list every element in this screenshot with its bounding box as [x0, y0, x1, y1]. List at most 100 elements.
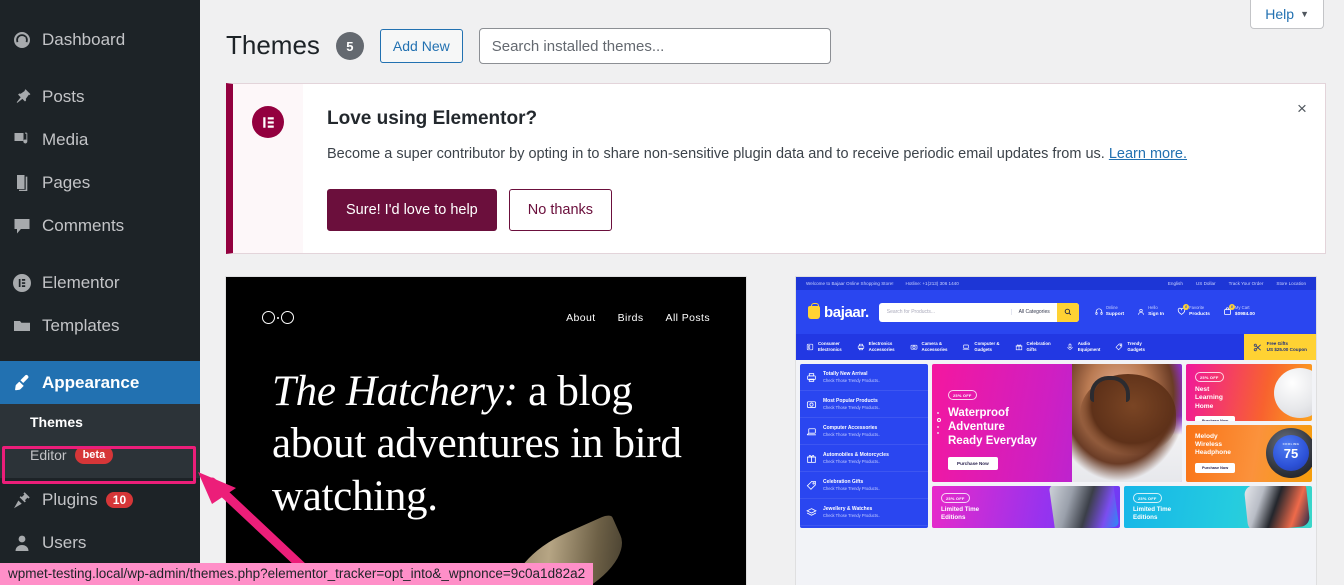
category-item[interactable]: Celebration Gifts Check Those Trendy Prod… [800, 472, 928, 499]
sidebar-item-themes[interactable]: Themes [0, 408, 200, 436]
sidebar-item-label: Templates [42, 315, 120, 335]
search-input[interactable] [478, 28, 831, 64]
dashboard-icon [12, 30, 42, 50]
nav-celebration-gifts[interactable]: Celebration Gifts [1015, 341, 1051, 353]
elementor-logo-icon [252, 106, 284, 138]
category-title: Celebration Gifts [823, 478, 864, 485]
category-item[interactable]: Totally New Arrival Check Those Trendy Pr… [800, 364, 928, 391]
headline-italic: The Hatchery: [272, 368, 518, 415]
bajaar-body: Totally New Arrival Check Those Trendy Pr… [796, 360, 1316, 528]
topbar-track-order[interactable]: Track Your Order [1229, 281, 1264, 286]
nav-electronics-accessories[interactable]: Electronics Accessories [857, 341, 895, 353]
topbar-welcome: Welcome to Bajaar Online Shopping Store! [806, 281, 894, 286]
search-icon[interactable] [1056, 302, 1079, 322]
bajaar-promo-area: 25% OFF Waterproof Adventure Ready Every… [932, 364, 1312, 528]
nav-camera-accessories[interactable]: Camera & Accessories [910, 341, 947, 353]
optin-accept-button[interactable]: Sure! I'd love to help [327, 188, 497, 231]
nav-link[interactable]: About [566, 312, 595, 324]
product-search-bar[interactable]: Search for Products... All Categories [878, 302, 1079, 322]
category-title: Most Popular Products [823, 397, 878, 404]
elementor-optin-notice: Love using Elementor? Become a super con… [226, 83, 1326, 254]
sidebar-item-comments[interactable]: Comments [0, 204, 200, 247]
bajaar-wide-row: 25% OFF Limited Time Editions 25% OFF Li… [932, 486, 1312, 528]
sign-in-action[interactable]: Hello Sign In [1137, 305, 1164, 318]
favorites-action[interactable]: 0 Favorite Products [1177, 303, 1210, 318]
notice-body: Love using Elementor? Become a super con… [303, 84, 1325, 253]
sidebar-item-plugins[interactable]: Plugins 10 [0, 478, 200, 521]
hero-cta-button[interactable]: Purchase Now [948, 457, 998, 471]
online-support-action[interactable]: Online Support [1095, 305, 1124, 318]
sidebar-item-appearance[interactable]: Appearance [0, 361, 200, 404]
sidebar-item-label: Elementor [42, 272, 120, 292]
theme-card-bajaar[interactable]: Welcome to Bajaar Online Shopping Store!… [796, 277, 1316, 585]
sidebar-item-editor[interactable]: Editor beta [0, 436, 200, 474]
page-header: Themes 5 Add New [200, 0, 1344, 64]
help-tab-button[interactable]: Help ▼ [1250, 0, 1324, 29]
help-label: Help [1265, 6, 1295, 22]
topbar-store-location[interactable]: Store Location [1276, 281, 1306, 286]
sidebar-item-elementor[interactable]: Elementor [0, 261, 200, 304]
wide-headline: Limited Time Editions [941, 506, 980, 521]
promo-card-nest[interactable]: 25% OFF Nest Learning Home Purchase Now [1186, 364, 1312, 421]
sidebar-item-posts[interactable]: Posts [0, 75, 200, 118]
nav-line2: Gadgets [974, 347, 992, 352]
sidebar-item-label: Appearance [42, 372, 140, 392]
promo-card-melody[interactable]: COOLING 75 Melody Wireless Headphone Pur… [1186, 425, 1312, 482]
category-item[interactable]: Jewellery & Watches Check Those Trendy Pr… [800, 499, 928, 526]
action-line2: Sign In [1148, 312, 1165, 318]
bajaar-preview: Welcome to Bajaar Online Shopping Store!… [796, 277, 1316, 585]
nav-link[interactable]: Birds [618, 312, 644, 324]
topbar-right: English US Dollar Track Your Order Store… [1168, 281, 1306, 286]
hero-headline: Waterproof Adventure Ready Everyday [948, 407, 1037, 448]
cart-action[interactable]: 0 My Cart $0984.00 [1223, 303, 1255, 318]
free-gifts-banner[interactable]: Free Gifts US $25.00 Coupon [1243, 334, 1316, 360]
hero-banner[interactable]: 25% OFF Waterproof Adventure Ready Every… [932, 364, 1182, 482]
nav-trendy-gadgets[interactable]: Trendy Gadgets [1115, 341, 1145, 353]
main-content: Help ▼ Themes 5 Add New Love using Eleme… [200, 0, 1344, 585]
nav-line2: Gadgets [1127, 347, 1145, 352]
category-selector[interactable]: All Categories [1010, 309, 1057, 315]
promo-cta-button[interactable]: Purchase Now [1195, 415, 1236, 421]
sidebar-item-users[interactable]: Users [0, 521, 200, 564]
nav-line2: Accessories [868, 347, 895, 352]
bajaar-brand[interactable]: bajaar. [808, 302, 869, 321]
action-text: My Cart $0984.00 [1235, 305, 1255, 318]
folder-icon [12, 316, 42, 336]
topbar-language[interactable]: English [1168, 281, 1183, 286]
nav-audio-equipment[interactable]: Audio Equipment [1066, 341, 1100, 353]
headset-icon [1095, 308, 1103, 315]
gift-icon [807, 454, 816, 463]
sidebar-item-dashboard[interactable]: Dashboard [0, 18, 200, 61]
glasses-logo-icon [262, 311, 294, 324]
media-icon [12, 130, 42, 150]
category-item[interactable]: Most Popular Products Check Those Trendy … [800, 391, 928, 418]
wordpress-admin-screen: Dashboard Posts Media Pages Comments Ele… [0, 0, 1344, 585]
carousel-dots[interactable] [937, 412, 941, 434]
sidebar-item-label: Media [42, 129, 89, 149]
promo-cta-button[interactable]: Purchase Now [1195, 462, 1236, 473]
sidebar-item-pages[interactable]: Pages [0, 161, 200, 204]
sidebar-item-label: Posts [42, 86, 85, 106]
promo-headline: Nest Learning Home [1195, 386, 1223, 410]
sidebar-item-media[interactable]: Media [0, 118, 200, 161]
learn-more-link[interactable]: Learn more. [1109, 146, 1187, 162]
wide-card-watches[interactable]: 25% OFF Limited Time Editions [1124, 486, 1312, 528]
nav-link[interactable]: All Posts [666, 312, 710, 324]
category-item[interactable]: Automobiles & Motorcycles Check Those Tre… [800, 445, 928, 472]
favorites-count-badge: 0 [1183, 303, 1190, 310]
optin-decline-button[interactable]: No thanks [508, 188, 613, 231]
add-new-button[interactable]: Add New [379, 28, 463, 64]
hero-discount-chip: 25% OFF [948, 390, 977, 401]
topbar-currency[interactable]: US Dollar [1196, 281, 1216, 286]
nav-line1: Trendy [1127, 340, 1142, 346]
sidebar-item-templates[interactable]: Templates [0, 304, 200, 347]
close-icon[interactable]: × [1291, 98, 1313, 120]
category-item[interactable]: Computer Accessories Check Those Trendy P… [800, 418, 928, 445]
nav-computer-gadgets[interactable]: Computer & Gadgets [962, 341, 1000, 353]
nav-consumer-electronics[interactable]: Consumer Electronics [806, 341, 842, 353]
wide-card-phones[interactable]: 25% OFF Limited Time Editions [932, 486, 1120, 528]
user-icon [1138, 308, 1144, 315]
hero-content: 25% OFF Waterproof Adventure Ready Every… [948, 390, 1037, 471]
notice-description: Become a super contributor by opting in … [327, 146, 1105, 162]
theme-card-hatchery[interactable]: About Birds All Posts The Hatchery: a bl… [226, 277, 746, 585]
